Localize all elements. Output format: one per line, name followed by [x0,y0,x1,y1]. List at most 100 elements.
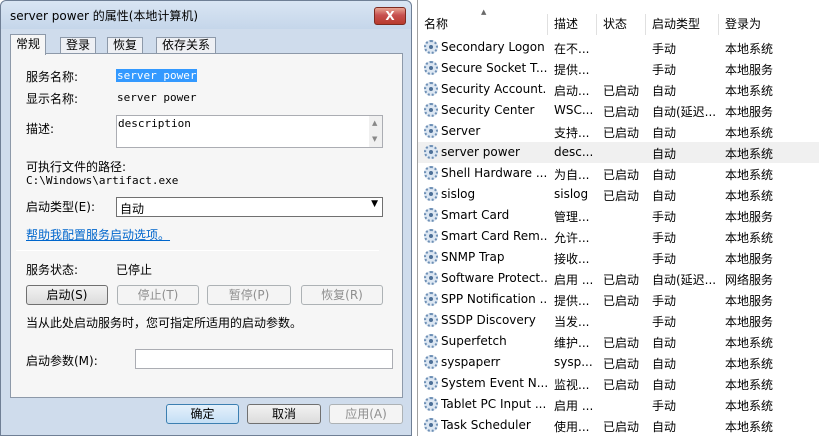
gear-icon [424,187,438,201]
gear-icon [424,376,438,390]
resume-service-button[interactable]: 恢复(R) [301,285,383,305]
table-row[interactable]: SPP Notification ... 提供... 已启动 手动 本地服务 [418,289,819,310]
service-description-cell: 启用 ... [554,273,594,287]
service-name-cell: sislog [441,187,476,201]
start-params-label: 启动参数(M): [26,354,98,368]
service-description-cell: 监视... [554,378,590,392]
table-row[interactable]: Smart Card 管理... 手动 本地服务 [418,205,819,226]
table-row[interactable]: Task Scheduler 使用... 已启动 自动 本地系统 [418,415,819,436]
service-name-cell: Server [441,124,481,138]
executable-path-label: 可执行文件的路径: [26,160,127,174]
table-row[interactable]: Smart Card Rem... 允许... 手动 本地系统 [418,226,819,247]
table-row[interactable]: server power desc... 自动 本地系统 [418,142,819,163]
pause-service-button[interactable]: 暂停(P) [207,285,291,305]
column-header-name[interactable]: 名称 [418,14,548,35]
service-description-cell: 维护... [554,336,590,350]
table-row[interactable]: SSDP Discovery 当发... 手动 本地服务 [418,310,819,331]
service-status-cell: 已启动 [603,168,640,182]
service-description-cell: 启动... [554,84,590,98]
stop-service-button[interactable]: 停止(T) [117,285,199,305]
service-description-cell: desc... [554,145,594,159]
description-field[interactable]: description ▲ ▼ [116,115,383,148]
gear-icon [424,208,438,222]
service-logon-cell: 本地服务 [725,315,774,329]
apply-button[interactable]: 应用(A) [329,404,403,424]
gear-icon [424,250,438,264]
tab-recovery[interactable]: 恢复 [107,37,144,54]
service-startup-type-cell: 手动 [652,399,677,413]
table-row[interactable]: Security Center WSC... 已启动 自动(延迟... 本地服务 [418,100,819,121]
service-startup-type-cell: 自动(延迟... [652,273,717,287]
startup-type-label: 启动类型(E): [26,200,95,214]
table-row[interactable]: System Event N... 监视... 已启动 自动 本地系统 [418,373,819,394]
table-row[interactable]: sislog sislog 已启动 自动 本地系统 [418,184,819,205]
description-scrollbar[interactable]: ▲ ▼ [369,116,382,147]
service-description-cell: 允许... [554,231,590,245]
service-startup-type-cell: 自动 [652,420,677,434]
dialog-title: server power 的属性(本地计算机) [10,9,199,23]
service-name-cell: Secondary Logon [441,40,545,54]
table-row[interactable]: Server 支持... 已启动 自动 本地系统 [418,121,819,142]
service-logon-cell: 本地系统 [725,168,774,182]
table-row[interactable]: Shell Hardware ... 为自... 已启动 自动 本地系统 [418,163,819,184]
start-params-input[interactable] [135,349,393,369]
service-status-value: 已停止 [116,263,153,277]
start-service-button[interactable]: 启动(S) [26,285,108,305]
table-row[interactable]: Superfetch 维护... 已启动 自动 本地系统 [418,331,819,352]
startup-type-value: 自动 [120,202,145,216]
service-status-cell: 已启动 [603,189,640,203]
startup-type-select[interactable]: 自动 ▼ [116,197,383,217]
gear-icon [424,166,438,180]
column-header-logon-as[interactable]: 登录为 [719,14,819,35]
tab-general[interactable]: 常规 [10,34,47,55]
service-name-cell: Security Center [441,103,535,117]
table-row[interactable]: SNMP Trap 接收... 手动 本地服务 [418,247,819,268]
table-row[interactable]: syspaperr sysp... 已启动 自动 本地系统 [418,352,819,373]
gear-icon [424,397,438,411]
table-row[interactable]: Software Protect... 启用 ... 已启动 自动(延迟... 网络服务 [418,268,819,289]
close-icon: X [385,9,395,23]
column-header-status[interactable]: 状态 [597,14,646,35]
service-description-cell: 提供... [554,294,590,308]
service-status-cell: 已启动 [603,273,640,287]
service-status-cell: 已启动 [603,84,640,98]
service-startup-type-cell: 自动 [652,378,677,392]
gear-icon [424,292,438,306]
column-header-description[interactable]: 描述 [548,14,597,35]
scroll-up-icon[interactable]: ▲ [372,119,377,127]
table-row[interactable]: Security Account... 启动... 已启动 自动 本地系统 [418,79,819,100]
table-row[interactable]: Tablet PC Input ... 启用 ... 手动 本地系统 [418,394,819,415]
service-status-cell: 已启动 [603,336,640,350]
scroll-down-icon[interactable]: ▼ [372,135,377,143]
service-description-cell: sysp... [554,355,593,369]
cancel-button[interactable]: 取消 [247,404,321,424]
service-description-cell: 使用... [554,420,590,434]
service-startup-type-cell: 自动 [652,84,677,98]
service-description-cell: 接收... [554,252,590,266]
service-name-cell: syspaperr [441,355,501,369]
tab-logon[interactable]: 登录 [60,37,97,54]
service-name-value[interactable]: server power [116,69,198,82]
service-name-cell: Task Scheduler [441,418,531,432]
table-row[interactable]: Secondary Logon 在不... 手动 本地系统 [418,37,819,58]
column-header-startup-type[interactable]: 启动类型 [646,14,719,35]
gear-icon [424,229,438,243]
ok-button[interactable]: 确定 [166,404,239,424]
gear-icon [424,40,438,54]
description-label: 描述: [26,122,55,136]
display-name-field[interactable]: server power [117,91,196,104]
help-configure-startup-link[interactable]: 帮助我配置服务启动选项。 [26,226,170,243]
tab-dependencies[interactable]: 依存关系 [156,37,217,54]
service-logon-cell: 本地服务 [725,63,774,77]
close-button[interactable]: X [374,7,406,25]
service-logon-cell: 本地服务 [725,210,774,224]
service-logon-cell: 本地服务 [725,105,774,119]
service-description-cell: sislog [554,187,589,201]
service-logon-cell: 本地系统 [725,399,774,413]
service-logon-cell: 网络服务 [725,273,774,287]
table-row[interactable]: Secure Socket T... 提供... 手动 本地服务 [418,58,819,79]
service-status-cell: 已启动 [603,105,640,119]
chevron-down-icon: ▼ [371,199,378,209]
services-list-header: ▲ 名称 描述 状态 启动类型 登录为 [418,0,819,35]
dialog-titlebar[interactable]: server power 的属性(本地计算机) X [1,1,411,29]
